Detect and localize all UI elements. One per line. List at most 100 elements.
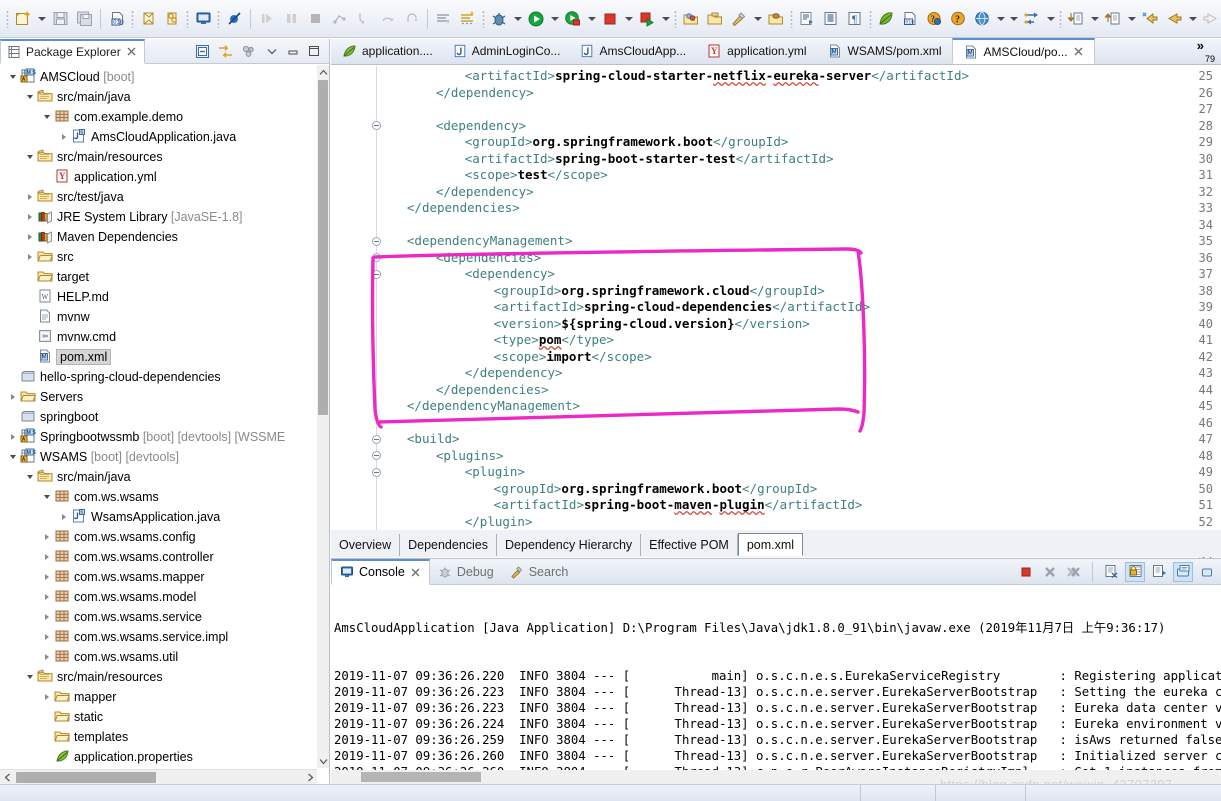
server-dropdown-arrow[interactable] — [659, 6, 672, 32]
tree-item-src[interactable]: src — [0, 247, 317, 267]
display-selected-console-icon[interactable] — [1173, 561, 1193, 582]
link-with-editor-icon[interactable] — [217, 44, 234, 59]
chevron-right-icon[interactable] — [40, 647, 53, 667]
pin-console-icon[interactable] — [1149, 562, 1169, 582]
tree-item-com-ws-wsams-service[interactable]: com.ws.wsams.service — [0, 607, 317, 627]
tree-item-application-yml[interactable]: Yapplication.yml — [0, 167, 317, 187]
pilcrow-icon[interactable]: ¶ — [843, 6, 867, 32]
back-dropdown-arrow[interactable] — [1186, 6, 1199, 32]
code-editor[interactable]: 25 26 27 28 29 30 31 32 33 34 35 36 37 38 39 40 41 42 43 44… — [331, 66, 1221, 562]
tree-item-com-ws-wsams-config[interactable]: com.ws.wsams.config — [0, 527, 317, 547]
scroll-left-button[interactable] — [0, 770, 14, 785]
tree-item-mvnw-cmd[interactable]: mvnw.cmd — [0, 327, 317, 347]
leaf-icon[interactable] — [874, 6, 898, 32]
chevron-right-icon[interactable] — [40, 587, 53, 607]
tree-item-pom-xml[interactable]: Mpom.xml — [0, 347, 317, 367]
web-browser-icon[interactable] — [970, 6, 994, 32]
maximize-icon[interactable] — [307, 44, 321, 58]
tree-item-src-main-java[interactable]: src/main/java — [0, 87, 317, 107]
tree-item-com-ws-wsams-controller[interactable]: com.ws.wsams.controller — [0, 547, 317, 567]
terminate-red-icon[interactable] — [598, 6, 622, 32]
back-history-icon[interactable] — [1138, 6, 1162, 32]
open-console-icon[interactable] — [1197, 562, 1217, 582]
chevron-down-icon[interactable] — [40, 107, 53, 127]
chevron-right-icon[interactable] — [6, 387, 19, 407]
scroll-up-button[interactable] — [317, 65, 329, 79]
search-icon[interactable] — [727, 6, 751, 32]
chevron-right-icon[interactable] — [40, 607, 53, 627]
tree-item-com-ws-wsams-model[interactable]: com.ws.wsams.model — [0, 587, 317, 607]
tree-item-mapper[interactable]: mapper — [0, 687, 317, 707]
form-tab-dependencies[interactable]: Dependencies — [400, 534, 498, 556]
export-up-icon[interactable] — [1101, 6, 1125, 32]
chevron-right-icon[interactable] — [40, 527, 53, 547]
tree-item-amscloudapplication-java[interactable]: S AmsCloudApplication.java — [0, 127, 317, 147]
editor-tab-application-yml[interactable]: Yapplication.yml — [696, 38, 816, 64]
run-server-icon[interactable] — [635, 6, 659, 32]
export-dropdown-arrow[interactable] — [1125, 6, 1138, 32]
tree-item-springboot[interactable]: springboot — [0, 407, 317, 427]
tree-item-help-md[interactable]: W HELP.md — [0, 287, 317, 307]
console-icon[interactable] — [191, 6, 215, 32]
project-tree[interactable]: M S AMSCloud [boot] src/main/java com.examp… — [0, 65, 317, 768]
tree-item-com-ws-wsams[interactable]: com.ws.wsams — [0, 487, 317, 507]
tree-item-servers[interactable]: Servers — [0, 387, 317, 407]
tree-item-src-test-java[interactable]: src/test/java — [0, 187, 317, 207]
close-icon[interactable] — [126, 46, 137, 57]
scroll-right-button[interactable] — [303, 770, 317, 785]
chevron-down-icon[interactable] — [23, 667, 36, 687]
tree-item-wsams[interactable]: M S WSAMS [boot] [devtools] — [0, 447, 317, 467]
browser-dropdown-arrow[interactable] — [994, 6, 1007, 32]
new-file-dropdown-arrow[interactable] — [35, 6, 48, 32]
editor-tab-amscloudapp-[interactable]: AmsCloudApp... — [570, 38, 696, 64]
tree-item-wsamsapplication-java[interactable]: S WsamsApplication.java — [0, 507, 317, 527]
chevron-right-icon[interactable] — [23, 207, 36, 227]
editor-tab-overflow[interactable]: » 79 — [1191, 38, 1221, 64]
tree-item-src-main-resources[interactable]: src/main/resources — [0, 667, 317, 687]
tab-console[interactable]: Console — [331, 558, 430, 585]
tree-item-static[interactable]: static — [0, 707, 317, 727]
run-icon[interactable] — [524, 6, 548, 32]
help-search-icon[interactable]: ? — [922, 6, 946, 32]
tree-item-com-example-demo[interactable]: com.example.demo — [0, 107, 317, 127]
tree-item-com-ws-wsams-service-impl[interactable]: com.ws.wsams.service.impl — [0, 627, 317, 647]
previous-annotation-icon[interactable] — [456, 6, 480, 32]
perspective-dropdown-arrow[interactable] — [1007, 6, 1020, 32]
tab-package-explorer[interactable]: Package Explorer — [0, 38, 145, 64]
tree-item-com-ws-wsams-mapper[interactable]: com.ws.wsams.mapper — [0, 567, 317, 587]
tree-item-springbootwssmb[interactable]: M S Springbootwssmb [boot] [devtools] [WS… — [0, 427, 317, 447]
chevron-right-icon[interactable] — [23, 187, 36, 207]
coverage-dropdown-arrow[interactable] — [585, 6, 598, 32]
chevron-right-icon[interactable] — [23, 227, 36, 247]
team-dropdown-arrow[interactable] — [1044, 6, 1057, 32]
terminate-dropdown-arrow[interactable] — [622, 6, 635, 32]
form-tab-dependency-hierarchy[interactable]: Dependency Hierarchy — [497, 534, 642, 556]
new-file-icon[interactable] — [11, 6, 35, 32]
explorer-horizontal-scrollbar[interactable] — [0, 769, 317, 784]
collapse-all-icon[interactable] — [195, 44, 210, 59]
open-resource-icon[interactable] — [764, 6, 788, 32]
back-icon[interactable] — [1162, 6, 1186, 32]
run-dropdown-arrow[interactable] — [548, 6, 561, 32]
chevron-right-icon[interactable] — [40, 567, 53, 587]
view-menu-icon[interactable] — [241, 44, 258, 59]
tree-item-target[interactable]: target — [0, 267, 317, 287]
tree-item-src-main-java[interactable]: src/main/java — [0, 467, 317, 487]
remove-launch-icon[interactable] — [1040, 562, 1060, 582]
new-xml-icon[interactable]: 010 — [898, 6, 922, 32]
tree-item-jre-system-library[interactable]: JRE System Library [JavaSE-1.8] — [0, 207, 317, 227]
debug-icon[interactable] — [487, 6, 511, 32]
skip-all-breakpoints-icon[interactable] — [222, 6, 246, 32]
link-icon[interactable] — [160, 6, 184, 32]
tree-item-com-ws-wsams-util[interactable]: com.ws.wsams.util — [0, 647, 317, 667]
chevron-down-icon[interactable] — [23, 87, 36, 107]
chevron-right-icon[interactable] — [6, 427, 19, 447]
tree-item-application-properties[interactable]: application.properties — [0, 747, 317, 767]
chevron-right-icon[interactable] — [40, 547, 53, 567]
toolbar-drag-handle[interactable] — [6, 9, 9, 28]
chevron-down-icon[interactable] — [265, 44, 279, 58]
export-icon[interactable] — [136, 6, 160, 32]
help-icon[interactable]: ? — [946, 6, 970, 32]
tree-item-hello-spring-cloud-dependencies[interactable]: hello-spring-cloud-dependencies — [0, 367, 317, 387]
tab-debug[interactable]: Debug — [430, 559, 502, 585]
